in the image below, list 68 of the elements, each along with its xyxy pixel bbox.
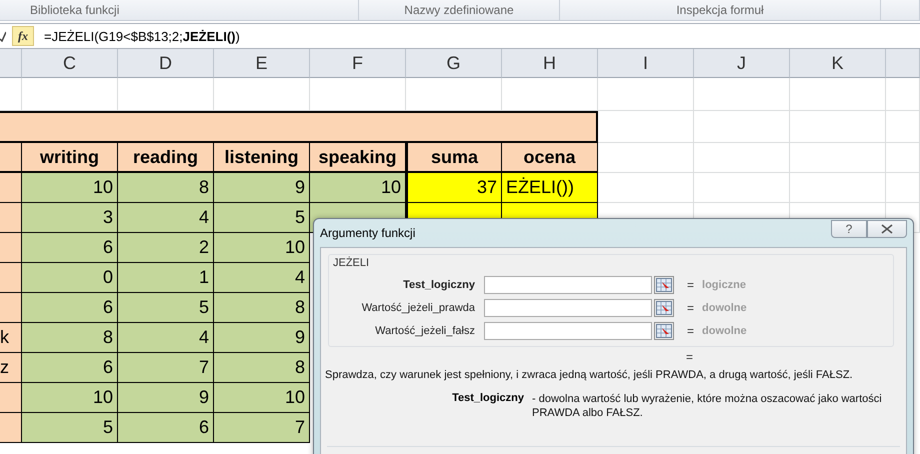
table-header-cell: speaking [310,143,406,173]
table-cell: 8 [214,293,310,323]
table-cell: 6 [22,233,118,263]
table-header-cell: reading [118,143,214,173]
table-header-cell: suma [406,143,502,173]
column-header[interactable]: C [22,49,118,78]
argument-name: Test_logiczny [451,392,524,406]
table-cell: 0 [22,263,118,293]
column-header[interactable]: F [310,49,406,78]
ribbon-group-label: Biblioteka funkcji [30,3,120,17]
table-cell: 8 [214,353,310,383]
function-name: JEŻELI [333,257,370,269]
table-cell: 5 [118,293,214,323]
table-cell: 7 [214,413,310,443]
table-cell: 9 [214,323,310,353]
table-cell: 6 [22,353,118,383]
table-cell: 6 [22,293,118,323]
dialog-title: Argumenty funkcji [320,226,416,240]
table-cell: 5 [22,413,118,443]
table-cell: 37 [406,173,502,203]
argument-label: Wartość_jeżeli_fałsz [374,324,475,336]
table-cell: 4 [118,203,214,233]
table-cell: 10 [22,383,118,413]
table-cell: 1 [118,263,214,293]
function-description: Sprawdza, czy warunek jest spełniony, i zwraca jedną wartość, jeśli PRAWDA, a drugą wartość, jeśli FAŁSZ. [325,369,854,381]
equals-sign: = [687,278,694,292]
column-header[interactable]: K [790,49,886,78]
table-cell: 3 [22,203,118,233]
table-cell: 4 [118,323,214,353]
table-cell: 9 [214,173,310,203]
table-cell: EŻELI()) [502,173,598,203]
column-header[interactable]: E [214,49,310,78]
equals-sign: = [687,324,694,338]
column-header[interactable]: G [406,49,502,78]
table-cell: z [0,353,22,383]
table-cell: 10 [214,383,310,413]
argument-result: dowolne [702,324,747,336]
table-cell: 7 [118,353,214,383]
column-header[interactable]: I [598,49,694,78]
table-cell: 9 [118,383,214,413]
equals-sign: = [686,350,694,364]
ribbon-group-label: Nazwy zdefiniowane [404,3,514,17]
table-cell: 5 [214,203,310,233]
table-cell: k [0,323,22,353]
argument-result: logiczne [702,278,746,290]
table-cell: 2 [118,233,214,263]
table-cell: 10 [214,233,310,263]
argument-label: Wartość_jeżeli_prawda [360,302,475,314]
equals-sign: = [687,300,694,314]
table-cell: 6 [118,413,214,443]
help-button[interactable]: ? [831,220,867,238]
table-header-cell: ocena [502,143,598,173]
argument-label: Test_logiczny [402,278,475,290]
insert-function-button[interactable]: fx [12,26,34,46]
table-header-cell: listening [214,143,310,173]
argument-description: - dowolna wartość lub wyrażenie, które można oszacować jako wartości PRAWDA albo FAŁSZ. [532,392,882,420]
table-cell: 8 [22,323,118,353]
table-header-cell: writing [22,143,118,173]
column-header[interactable]: D [118,49,214,78]
formula-field[interactable]: =JEŻELI(G19<$B$13;2;JEŻELI()) [44,28,240,44]
column-header[interactable]: H [502,49,598,78]
table-cell: 8 [118,173,214,203]
ribbon-group-label: Inspekcja formuł [676,3,764,17]
argument-result: dowolne [702,302,747,314]
column-header[interactable]: J [694,49,790,78]
table-cell: 10 [310,173,406,203]
table-cell: 10 [22,173,118,203]
table-cell: 4 [214,263,310,293]
